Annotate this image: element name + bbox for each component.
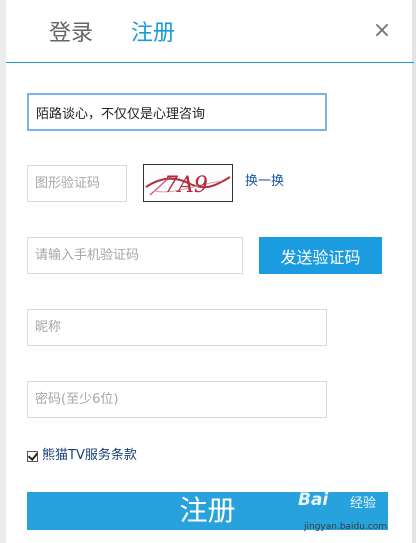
password-input[interactable] — [27, 381, 327, 418]
header-divider — [6, 62, 414, 63]
close-icon[interactable]: × — [372, 19, 392, 43]
window-frame-right — [412, 0, 416, 543]
terms-checkbox[interactable] — [27, 450, 38, 462]
refresh-captcha-link[interactable]: 换一换 — [245, 173, 284, 191]
sms-code-input[interactable] — [27, 237, 243, 274]
captcha-image[interactable]: 7A9 — [143, 164, 233, 202]
terms-row: 熊猫TV服务条款 — [27, 447, 137, 465]
nickname-input[interactable] — [27, 309, 327, 346]
captcha-graphic: 7A9 — [145, 173, 231, 198]
register-submit-button[interactable]: 注册 — [27, 492, 388, 530]
tab-register[interactable]: 注册 — [131, 18, 175, 50]
window-frame-left — [0, 0, 6, 543]
terms-link[interactable]: 熊猫TV服务条款 — [42, 447, 137, 465]
captcha-input[interactable] — [27, 165, 127, 202]
send-code-button[interactable]: 发送验证码 — [259, 237, 382, 274]
tab-login[interactable]: 登录 — [49, 18, 93, 50]
intro-input[interactable] — [27, 93, 327, 131]
captcha-text: 7A9 — [164, 173, 208, 198]
